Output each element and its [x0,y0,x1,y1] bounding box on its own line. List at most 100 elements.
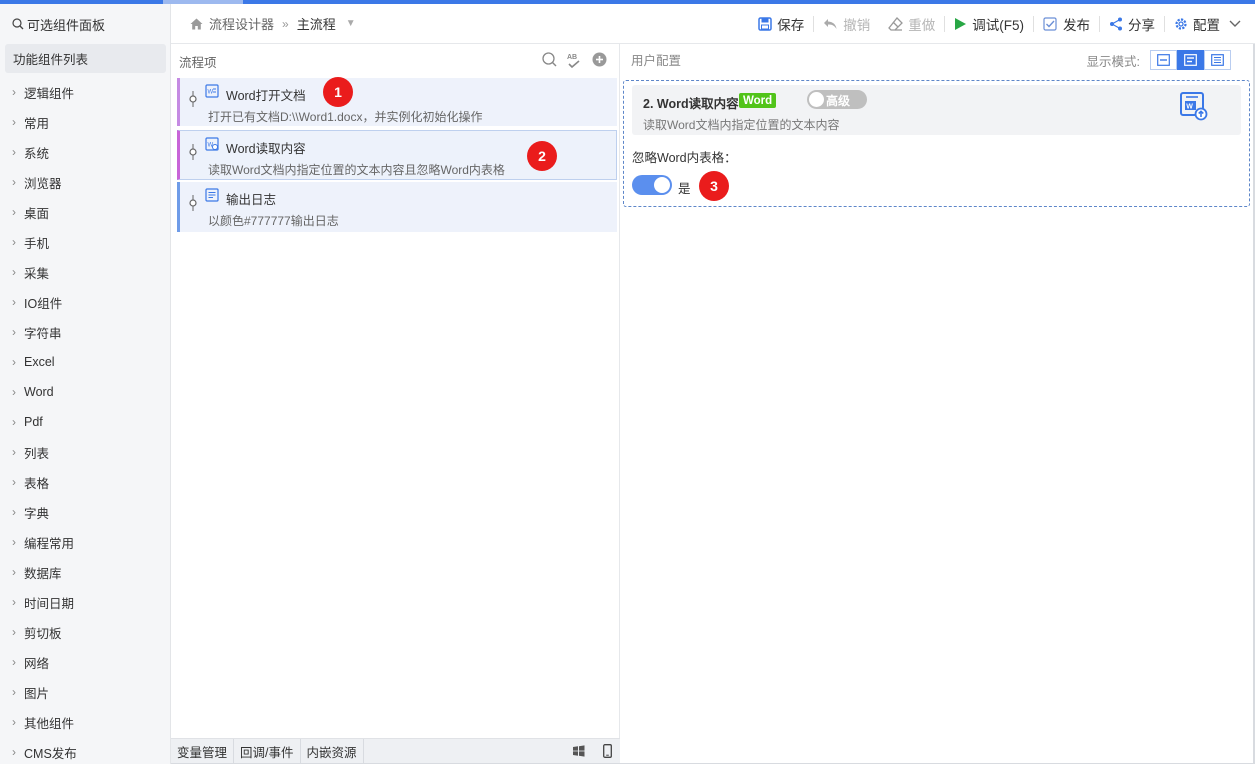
chevron-right-icon: › [12,385,16,399]
advanced-toggle[interactable]: 高级 [807,90,867,109]
sidebar-item[interactable]: › 其他组件 [0,707,170,737]
flow-step-3[interactable]: 输出日志 以颜色#777777输出日志 [177,182,617,232]
ignore-tables-toggle-text: 是 [678,182,691,196]
sidebar-item-label: 常用 [24,116,50,131]
svg-text:W: W [1186,104,1193,111]
chevron-right-icon: › [12,685,16,699]
chevron-down-icon[interactable]: ▼ [346,18,356,29]
display-mode-compact-button[interactable] [1150,50,1177,70]
sidebar-item[interactable]: › Word [0,377,170,407]
sidebar-item-label: CMS发布 [24,746,77,761]
tab-embedded-resources[interactable]: 内嵌资源 [301,738,364,764]
publish-button[interactable]: 发布 [1034,4,1099,44]
sidebar-item[interactable]: › 编程常用 [0,527,170,557]
sidebar-item[interactable]: › 桌面 [0,197,170,227]
sidebar-item[interactable]: › 数据库 [0,557,170,587]
component-config-box: 2. Word读取内容 Word 高级 读取Word文档内指定位置的文本内容 W… [623,80,1250,207]
debug-button[interactable]: 调试(F5) [945,4,1033,44]
eraser-icon [888,17,904,31]
breadcrumb-current[interactable]: 主流程 [297,14,336,33]
sidebar-item-label: 浏览器 [24,176,62,191]
sidebar-item[interactable]: › IO组件 [0,287,170,317]
component-info-card: 2. Word读取内容 Word 高级 读取Word文档内指定位置的文本内容 W [632,85,1241,135]
tab-callback-events[interactable]: 回调/事件 [234,738,301,764]
component-sidebar: 可选组件面板 功能组件列表 › 逻辑组件 › 常用 › 系统 › 浏览器 › 桌面 › 手机 › 采集 › I… [0,4,171,764]
flow-step-title: 输出日志 [226,193,277,207]
save-label: 保存 [777,18,805,33]
sidebar-item[interactable]: › 字符串 [0,317,170,347]
sidebar-item[interactable]: › 列表 [0,437,170,467]
sidebar-item[interactable]: › 浏览器 [0,167,170,197]
sidebar-item-label: 时间日期 [24,596,75,611]
search-icon[interactable] [542,52,557,67]
sidebar-item[interactable]: › 手机 [0,227,170,257]
sidebar-item-label: 图片 [24,686,50,701]
chevron-right-icon: › [12,655,16,669]
sidebar-item[interactable]: › 图片 [0,677,170,707]
sidebar-item-label: 表格 [24,476,50,491]
sidebar-item[interactable]: › 系统 [0,137,170,167]
flow-step-description: 打开已有文档D:\\Word1.docx，并实例化初始化操作 [208,110,483,124]
sidebar-item[interactable]: › CMS发布 [0,737,170,764]
component-category-list: › 逻辑组件 › 常用 › 系统 › 浏览器 › 桌面 › 手机 › 采集 › IO组件 › 字符串 › Excel ›… [0,77,170,764]
flow-step-title: Word打开文档 [226,89,306,103]
sidebar-item[interactable]: › 逻辑组件 [0,77,170,107]
flow-panel-actions: AB [542,52,607,68]
save-button[interactable]: 保存 [749,4,813,44]
breadcrumb-separator-icon: » [282,16,289,31]
windows-icon[interactable] [572,745,585,757]
flow-step-title: Word读取内容 [226,142,306,156]
sidebar-item[interactable]: › Excel [0,347,170,377]
chevron-right-icon: › [12,445,16,459]
redo-button[interactable]: 重做 [879,4,944,44]
spellcheck-icon[interactable]: AB [567,52,582,68]
breadcrumb-root[interactable]: 流程设计器 [209,14,274,33]
flow-step-1[interactable]: W Word打开文档 打开已有文档D:\\Word1.docx，并实例化初始化操… [177,77,617,126]
component-list-header[interactable]: 功能组件列表 [5,44,166,73]
sidebar-item[interactable]: › 时间日期 [0,587,170,617]
sidebar-item[interactable]: › Pdf [0,407,170,437]
save-icon [758,17,772,31]
flow-step-2[interactable]: W Word读取内容 读取Word文档内指定位置的文本内容且忽略Word内表格 … [177,130,617,180]
sidebar-item[interactable]: › 网络 [0,647,170,677]
config-button[interactable]: 配置 [1165,4,1255,44]
component-description: 读取Word文档内指定位置的文本内容 [643,118,840,132]
sidebar-item[interactable]: › 字典 [0,497,170,527]
sidebar-item[interactable]: › 剪切板 [0,617,170,647]
flow-bottom-bar: 变量管理 回调/事件 内嵌资源 [171,738,620,764]
mobile-phone-icon[interactable] [603,744,612,758]
chevron-right-icon: › [12,295,16,309]
chevron-right-icon: › [12,595,16,609]
designer-header: 流程设计器 » 主流程 ▼ 保存 撤销 重做 调试(F5) 发布 分享 配置 [171,4,1255,44]
flow-step-description: 以颜色#777777输出日志 [208,214,339,228]
display-mode-detail-button[interactable] [1204,50,1231,70]
display-mode-standard-button[interactable] [1177,50,1204,70]
sidebar-item[interactable]: › 常用 [0,107,170,137]
chevron-right-icon: › [12,415,16,429]
ignore-tables-label: 忽略Word内表格： [632,151,737,165]
sidebar-item[interactable]: › 表格 [0,467,170,497]
undo-label: 撤销 [843,18,871,33]
sidebar-item-label: 字符串 [24,326,62,341]
chevron-right-icon: › [12,85,16,99]
word-read-icon: W [205,137,219,151]
display-mode-switcher: 显示模式: [1087,50,1231,70]
undo-button[interactable]: 撤销 [814,4,879,44]
sidebar-item-label: 逻辑组件 [24,86,75,101]
sidebar-item-label: 网络 [24,656,50,671]
sidebar-item[interactable]: › 采集 [0,257,170,287]
config-label: 配置 [1193,18,1220,33]
sidebar-item-label: 手机 [24,236,50,251]
add-icon[interactable] [592,52,607,67]
word-read-large-icon: W [1180,92,1208,121]
flow-panel-title: 流程项 [179,55,217,70]
sidebar-item-label: 系统 [24,146,50,161]
ignore-tables-toggle[interactable] [632,175,672,195]
share-button[interactable]: 分享 [1100,4,1164,44]
home-icon[interactable] [190,18,203,30]
component-search[interactable]: 可选组件面板 [0,4,170,44]
tab-variable-management[interactable]: 变量管理 [171,738,235,764]
chevron-right-icon: › [12,505,16,519]
sidebar-item-label: 剪切板 [24,626,62,641]
debug-label: 调试(F5) [972,18,1024,33]
